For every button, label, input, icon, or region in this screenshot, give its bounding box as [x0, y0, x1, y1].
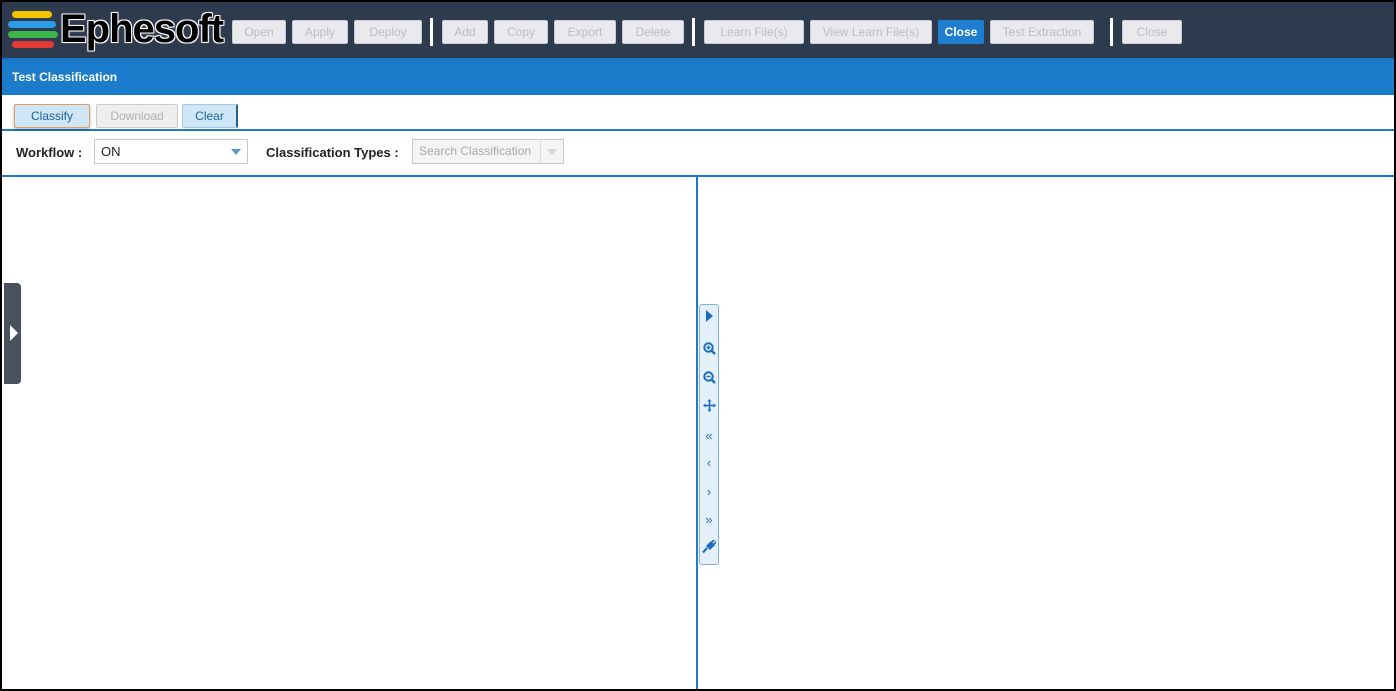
next-page-icon[interactable]: ›	[700, 481, 718, 503]
workflow-label: Workflow :	[16, 145, 83, 160]
zoom-in-icon[interactable]	[700, 338, 718, 360]
logo-bars-icon	[8, 11, 58, 51]
deploy-button[interactable]: Deploy	[354, 20, 422, 44]
select-divider	[540, 140, 541, 163]
delete-button[interactable]: Delete	[622, 20, 684, 44]
image-viewer-pane	[698, 177, 1394, 689]
panel-title: Test Classification	[12, 70, 118, 84]
expand-panel-tab[interactable]	[4, 283, 21, 384]
learn-files-button[interactable]: Learn File(s)	[704, 20, 804, 44]
action-button-row: Classify Download Clear	[2, 95, 1394, 131]
last-page-icon[interactable]: »	[700, 509, 718, 531]
first-page-icon[interactable]: «	[700, 425, 718, 447]
clear-button[interactable]: Clear	[182, 104, 238, 128]
zoom-out-icon[interactable]	[700, 367, 718, 389]
classification-types-placeholder: Search Classification	[419, 144, 532, 158]
document-tree-pane	[2, 177, 695, 689]
export-button[interactable]: Export	[554, 20, 616, 44]
filter-row: Workflow : ON Classification Types : Sea…	[2, 131, 1394, 177]
toolbar-separator	[1110, 18, 1113, 46]
close-button[interactable]: Close	[938, 20, 984, 44]
plug-icon[interactable]	[700, 536, 718, 558]
add-button[interactable]: Add	[442, 20, 488, 44]
toolbar-separator	[692, 18, 695, 46]
copy-button[interactable]: Copy	[494, 20, 548, 44]
apply-button[interactable]: Apply	[292, 20, 348, 44]
chevron-down-icon	[547, 149, 557, 155]
play-icon[interactable]	[700, 306, 718, 328]
move-icon[interactable]	[700, 395, 718, 417]
toolbar-separator	[430, 18, 433, 46]
workflow-value: ON	[101, 144, 121, 159]
classification-types-search[interactable]: Search Classification	[412, 139, 564, 164]
chevron-down-icon	[231, 149, 241, 155]
previous-page-icon[interactable]: ‹	[700, 452, 718, 474]
close-secondary-button[interactable]: Close	[1122, 20, 1182, 44]
test-extraction-button[interactable]: Test Extraction	[990, 20, 1094, 44]
classification-types-label: Classification Types :	[266, 145, 399, 160]
download-button[interactable]: Download	[96, 104, 178, 128]
logo-wordmark: Ephesoft	[60, 7, 224, 51]
app-window: Ephesoft Open Apply Deploy Add Copy Expo…	[0, 0, 1396, 691]
panel-title-bar: Test Classification	[2, 60, 1394, 95]
ephesoft-logo: Ephesoft	[6, 5, 228, 55]
view-learn-files-button[interactable]: View Learn File(s)	[810, 20, 932, 44]
workflow-select[interactable]: ON	[94, 139, 248, 164]
viewer-toolbar: « ‹ › »	[699, 304, 719, 565]
expand-arrow-icon	[10, 325, 18, 341]
classify-button[interactable]: Classify	[14, 104, 90, 128]
open-button[interactable]: Open	[232, 20, 286, 44]
top-toolbar: Ephesoft Open Apply Deploy Add Copy Expo…	[2, 2, 1394, 60]
